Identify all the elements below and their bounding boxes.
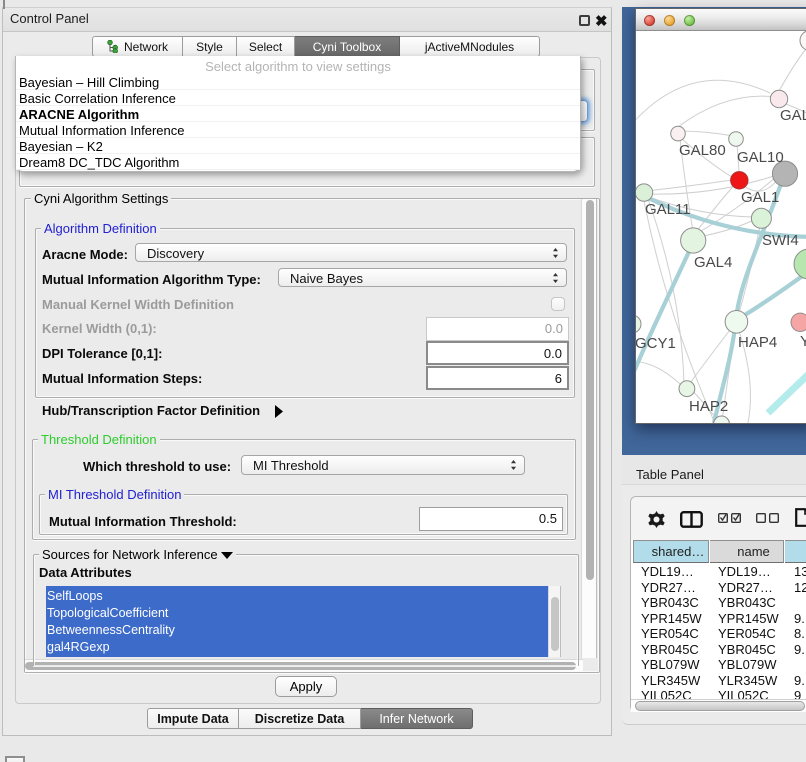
svg-text:GAL10: GAL10: [737, 149, 784, 166]
svg-text:GAL11: GAL11: [645, 201, 691, 218]
svg-text:Y: Y: [800, 333, 806, 350]
svg-text:GCY1: GCY1: [636, 335, 676, 352]
svg-text:HAP4: HAP4: [738, 334, 777, 351]
svg-text:GAL1: GAL1: [741, 189, 779, 206]
svg-text:SWI4: SWI4: [762, 232, 799, 249]
svg-text:GAL: GAL: [780, 107, 806, 124]
svg-text:GAL4: GAL4: [694, 254, 732, 271]
svg-text:GAL80: GAL80: [679, 142, 726, 159]
svg-text:HAP2: HAP2: [689, 398, 728, 415]
